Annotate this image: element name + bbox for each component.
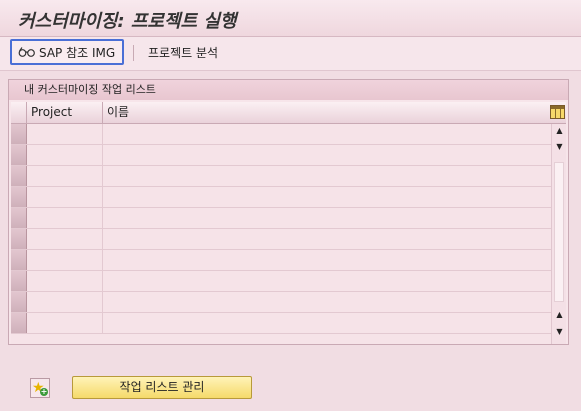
table-row[interactable] [11,292,551,313]
worklist-title: 내 커스터마이징 작업 리스트 [9,80,568,100]
name-cell[interactable] [103,229,551,249]
project-cell[interactable] [27,229,103,249]
row-selector[interactable] [11,313,27,333]
table-row[interactable] [11,187,551,208]
project-cell[interactable] [27,187,103,207]
name-cell[interactable] [103,166,551,186]
table-row[interactable] [11,250,551,271]
sap-reference-img-button[interactable]: SAP 참조 IMG [10,39,124,65]
column-header-project[interactable]: Project [27,102,103,123]
row-selector[interactable] [11,124,27,144]
table-row[interactable] [11,229,551,250]
project-analysis-label: 프로젝트 분석 [148,45,219,60]
table-header: Project 이름 [11,102,566,124]
table-settings-icon[interactable] [550,105,565,119]
scrollbar-track[interactable] [554,162,564,302]
name-cell[interactable] [103,313,551,333]
triangle-up-icon[interactable]: ▲ [552,308,567,322]
table-row[interactable] [11,271,551,292]
name-cell[interactable] [103,271,551,291]
name-cell[interactable] [103,145,551,165]
table-body [11,124,551,334]
project-cell[interactable] [27,250,103,270]
manage-worklist-button[interactable]: 작업 리스트 관리 [72,376,252,399]
worklist-table: Project 이름 ▲ ▼ ▲ ▼ [11,102,566,344]
name-cell[interactable] [103,250,551,270]
vertical-scrollbar[interactable]: ▲ ▼ ▲ ▼ [551,124,566,344]
name-cell[interactable] [103,187,551,207]
triangle-down-icon[interactable]: ▼ [552,140,567,154]
table-row[interactable] [11,313,551,334]
row-selector[interactable] [11,250,27,270]
column-header-name[interactable]: 이름 [103,102,551,123]
table-row[interactable] [11,124,551,145]
project-cell[interactable] [27,271,103,291]
project-analysis-button[interactable]: 프로젝트 분석 [142,39,224,65]
triangle-down-icon[interactable]: ▼ [552,325,567,339]
select-all-cell[interactable] [11,102,27,123]
project-cell[interactable] [27,292,103,312]
glasses-icon [18,47,35,57]
row-selector[interactable] [11,145,27,165]
add-favorite-button[interactable]: ★ + [30,378,50,398]
table-row[interactable] [11,145,551,166]
name-cell[interactable] [103,208,551,228]
toolbar-separator [133,45,134,61]
worklist-panel: 내 커스터마이징 작업 리스트 Project 이름 ▲ ▼ ▲ ▼ [8,79,569,345]
triangle-up-icon[interactable]: ▲ [552,124,567,138]
row-selector[interactable] [11,187,27,207]
sap-reference-img-label: SAP 참조 IMG [39,45,116,60]
page-title: 커스터마이징: 프로젝트 실행 [18,11,237,32]
project-cell[interactable] [27,208,103,228]
project-cell[interactable] [27,145,103,165]
name-cell[interactable] [103,292,551,312]
row-selector[interactable] [11,166,27,186]
table-row[interactable] [11,208,551,229]
plus-badge-icon: + [40,387,48,396]
row-selector[interactable] [11,208,27,228]
row-selector[interactable] [11,271,27,291]
title-bar: 커스터마이징: 프로젝트 실행 [0,0,581,37]
application-toolbar: SAP 참조 IMG 프로젝트 분석 [0,37,581,71]
project-cell[interactable] [27,124,103,144]
name-cell[interactable] [103,124,551,144]
project-cell[interactable] [27,313,103,333]
project-cell[interactable] [27,166,103,186]
row-selector[interactable] [11,292,27,312]
row-selector[interactable] [11,229,27,249]
table-row[interactable] [11,166,551,187]
